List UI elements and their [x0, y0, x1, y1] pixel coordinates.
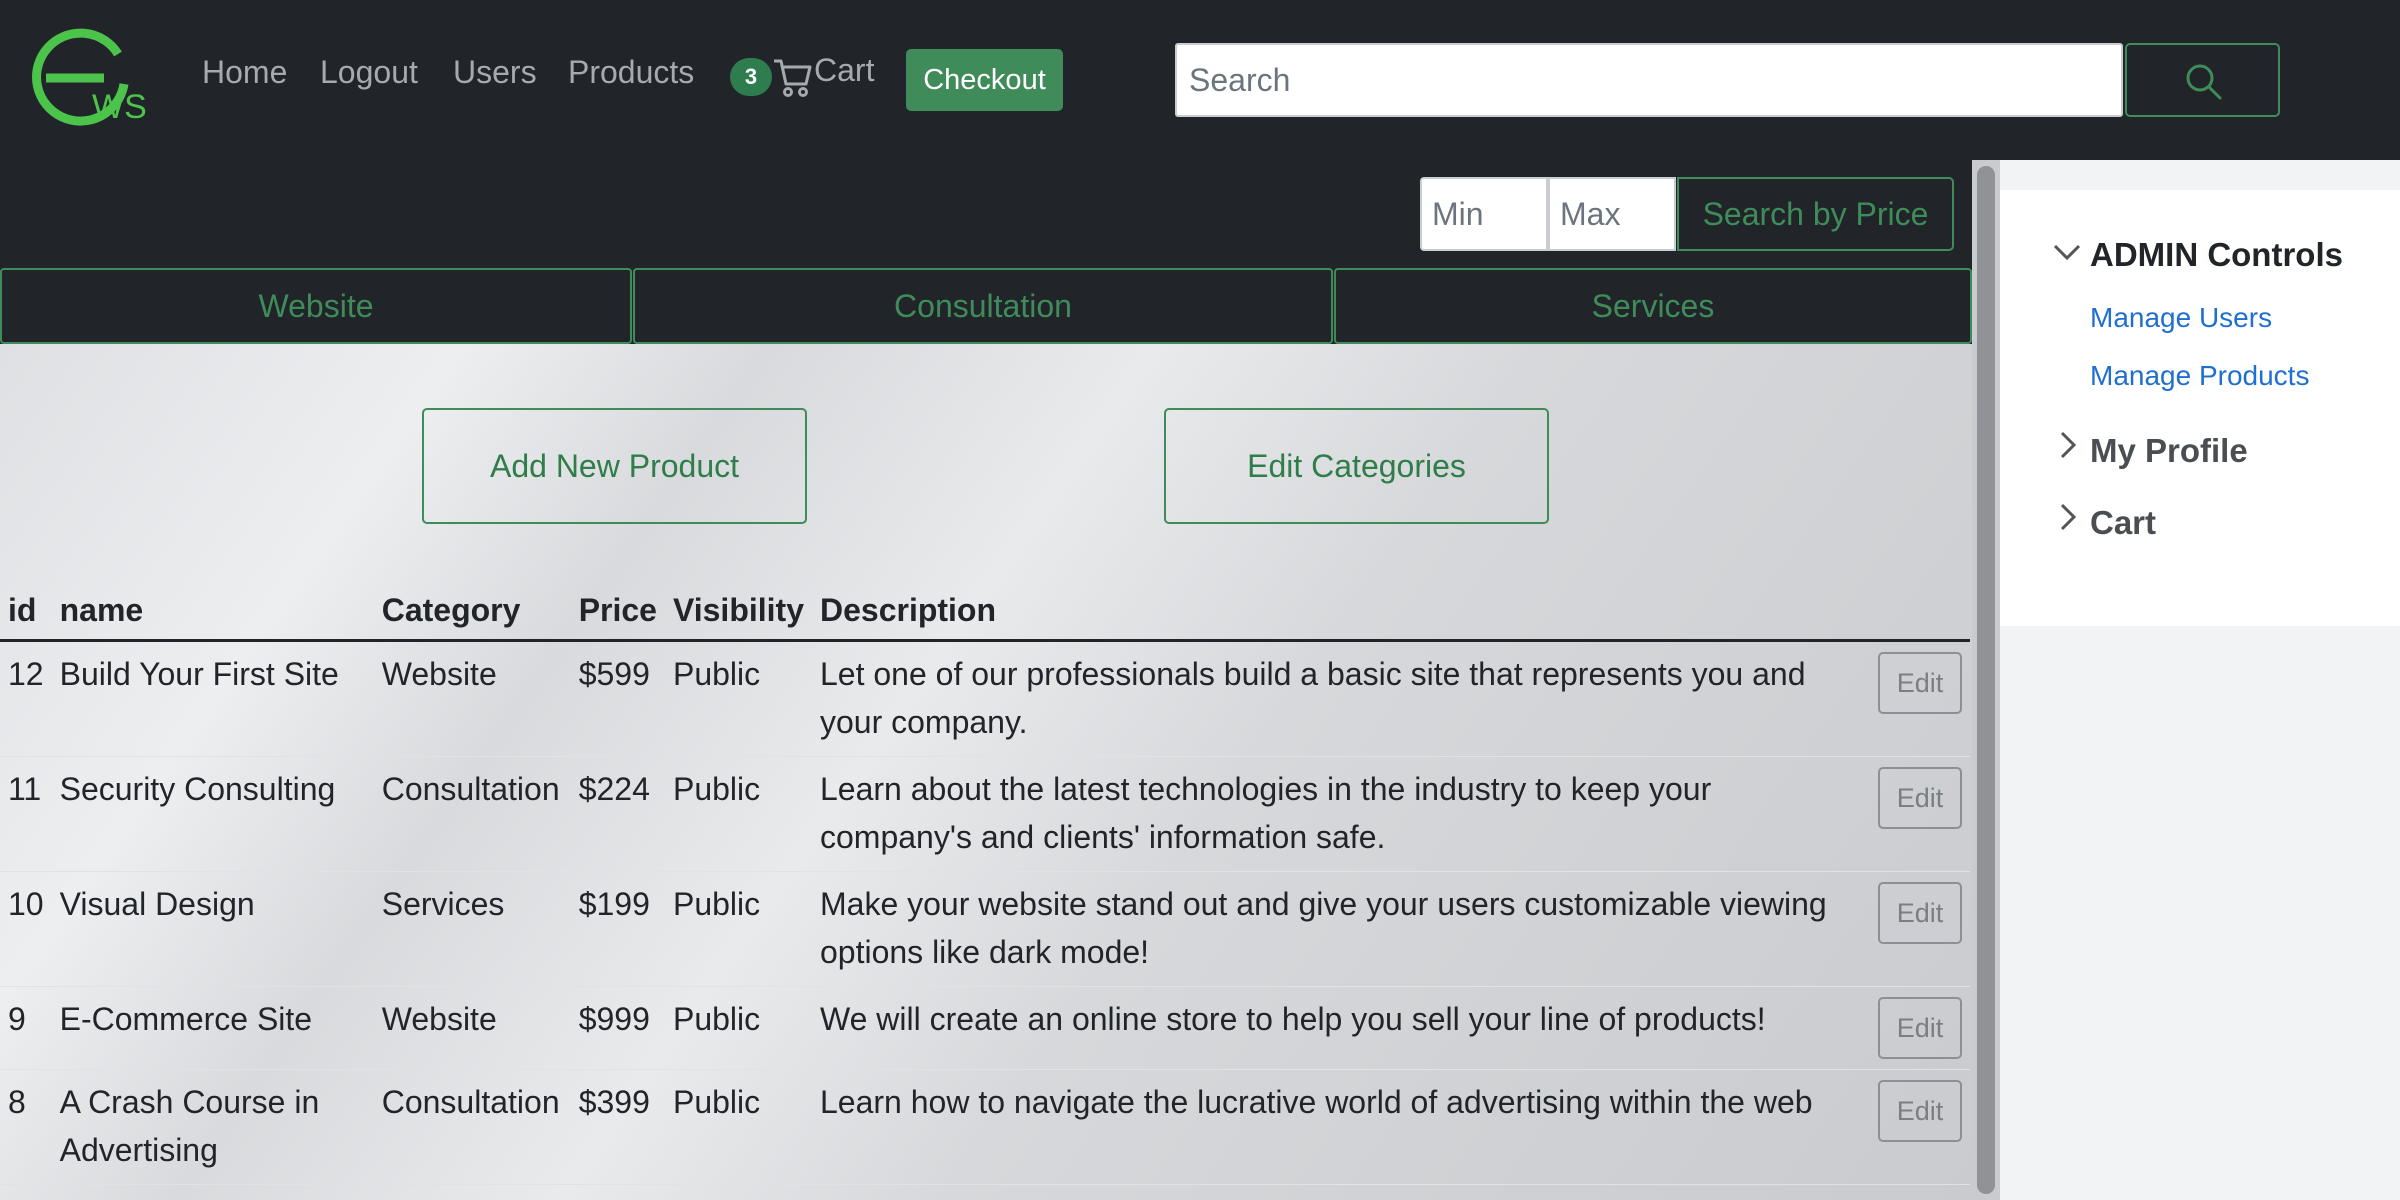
col-header-description: Description [811, 570, 1838, 642]
cell-price: $599 [570, 640, 665, 757]
table-row: 10 Visual Design Services $199 Public Ma… [0, 871, 1970, 987]
cell-category: Services [373, 871, 571, 987]
chevron-down-icon[interactable] [2052, 242, 2082, 262]
edit-categories-button[interactable]: Edit Categories [1164, 408, 1549, 524]
table-header-row: id name Category Price Visibility Descri… [0, 570, 1970, 642]
admin-sidebar: ADMIN Controls Manage Users Manage Produ… [2000, 160, 2400, 1200]
edit-button[interactable]: Edit [1878, 766, 1962, 829]
cell-actions: Edit [1837, 640, 1970, 757]
col-header-visibility: Visibility [664, 570, 812, 642]
cell-visibility: Public [664, 986, 812, 1070]
sidebar-link-manage-products[interactable]: Manage Products [2090, 360, 2309, 392]
min-price-input[interactable] [1420, 177, 1548, 251]
sidebar-panel: ADMIN Controls Manage Users Manage Produ… [2000, 190, 2400, 626]
cell-price: $224 [570, 756, 665, 872]
add-new-product-button[interactable]: Add New Product [422, 408, 807, 524]
col-header-price: Price [570, 570, 665, 642]
cell-description: Learn how to navigate the lucrative worl… [811, 1069, 1838, 1185]
cell-visibility: Public [664, 1069, 812, 1185]
nav-link-products[interactable]: Products [568, 52, 694, 92]
svg-text:WS: WS [92, 88, 147, 126]
chevron-right-icon[interactable] [2058, 502, 2078, 532]
table-row: 11 Security Consulting Consultation $224… [0, 756, 1970, 872]
brand-logo[interactable]: WS [26, 26, 152, 130]
cell-price: $199 [570, 871, 665, 987]
main-content: Search by Price Website Consultation Ser… [0, 160, 1972, 1200]
price-filter: Search by Price [0, 160, 1972, 268]
search-input[interactable] [1175, 43, 2123, 117]
cell-description: Let one of our professionals build a bas… [811, 640, 1838, 757]
search-by-price-button[interactable]: Search by Price [1677, 177, 1954, 251]
checkout-button[interactable]: Checkout [906, 49, 1063, 111]
col-header-category: Category [373, 570, 571, 642]
tab-consultation[interactable]: Consultation [633, 268, 1333, 344]
table-row: 12 Build Your First Site Website $599 Pu… [0, 640, 1970, 757]
product-admin-area: Add New Product Edit Categories id name … [0, 344, 1972, 1200]
edit-button[interactable]: Edit [1878, 881, 1962, 944]
nav-link-home[interactable]: Home [202, 52, 287, 92]
cell-id: 12 [0, 640, 52, 757]
cell-name: Build Your First Site [51, 640, 374, 757]
cell-name: Security Consulting [51, 756, 374, 872]
search-icon [2186, 64, 2222, 100]
col-header-name: name [51, 570, 374, 642]
cart-count-badge: 3 [730, 58, 772, 96]
table-row: 9 E-Commerce Site Website $999 Public We… [0, 986, 1970, 1070]
max-price-input[interactable] [1548, 177, 1676, 251]
table-row: 8 A Crash Course in Advertising Consulta… [0, 1069, 1970, 1185]
cell-actions: Edit [1837, 756, 1970, 872]
cell-description: Learn about the latest technologies in t… [811, 756, 1838, 872]
products-table: id name Category Price Visibility Descri… [0, 570, 1970, 1185]
sidebar-link-manage-users[interactable]: Manage Users [2090, 302, 2272, 334]
scrollbar-thumb[interactable] [1977, 166, 1995, 1194]
main-scrollbar[interactable] [1972, 160, 2000, 1200]
cell-category: Website [373, 640, 571, 757]
cell-category: Consultation [373, 1069, 571, 1185]
category-tabs: Website Consultation Services [0, 268, 1972, 344]
cell-id: 9 [0, 986, 52, 1070]
cart-icon[interactable] [772, 56, 812, 98]
sidebar-section-my-profile[interactable]: My Profile [2090, 432, 2248, 470]
nav-link-users[interactable]: Users [453, 52, 537, 92]
tab-website[interactable]: Website [0, 268, 632, 344]
cell-price: $999 [570, 986, 665, 1070]
cell-category: Website [373, 986, 571, 1070]
cell-id: 10 [0, 871, 52, 987]
tab-services[interactable]: Services [1334, 268, 1972, 344]
top-navbar: WS Home Logout Users Products 3 Cart Che… [0, 0, 2400, 160]
nav-link-cart[interactable]: Cart [814, 50, 874, 90]
edit-button[interactable]: Edit [1878, 1079, 1962, 1142]
sidebar-section-cart[interactable]: Cart [2090, 504, 2156, 542]
cell-name: E-Commerce Site [51, 986, 374, 1070]
cell-description: We will create an online store to help y… [811, 986, 1838, 1070]
cell-actions: Edit [1837, 871, 1970, 987]
cell-price: $399 [570, 1069, 665, 1185]
edit-button[interactable]: Edit [1878, 651, 1962, 714]
cell-description: Make your website stand out and give you… [811, 871, 1838, 987]
cell-visibility: Public [664, 756, 812, 872]
cell-name: Visual Design [51, 871, 374, 987]
cell-id: 11 [0, 756, 52, 872]
logo-icon: WS [32, 28, 147, 126]
chevron-right-icon[interactable] [2058, 430, 2078, 460]
col-header-id: id [0, 570, 52, 642]
cell-visibility: Public [664, 640, 812, 757]
cell-id: 8 [0, 1069, 52, 1185]
cell-visibility: Public [664, 871, 812, 987]
nav-link-logout[interactable]: Logout [320, 52, 418, 92]
cell-actions: Edit [1837, 1069, 1970, 1185]
edit-button[interactable]: Edit [1878, 996, 1962, 1059]
col-header-actions [1837, 570, 1970, 642]
cell-actions: Edit [1837, 986, 1970, 1070]
cell-category: Consultation [373, 756, 571, 872]
cell-name: A Crash Course in Advertising [51, 1069, 374, 1185]
search-button[interactable] [2125, 43, 2280, 117]
sidebar-section-admin-controls[interactable]: ADMIN Controls [2090, 236, 2343, 274]
